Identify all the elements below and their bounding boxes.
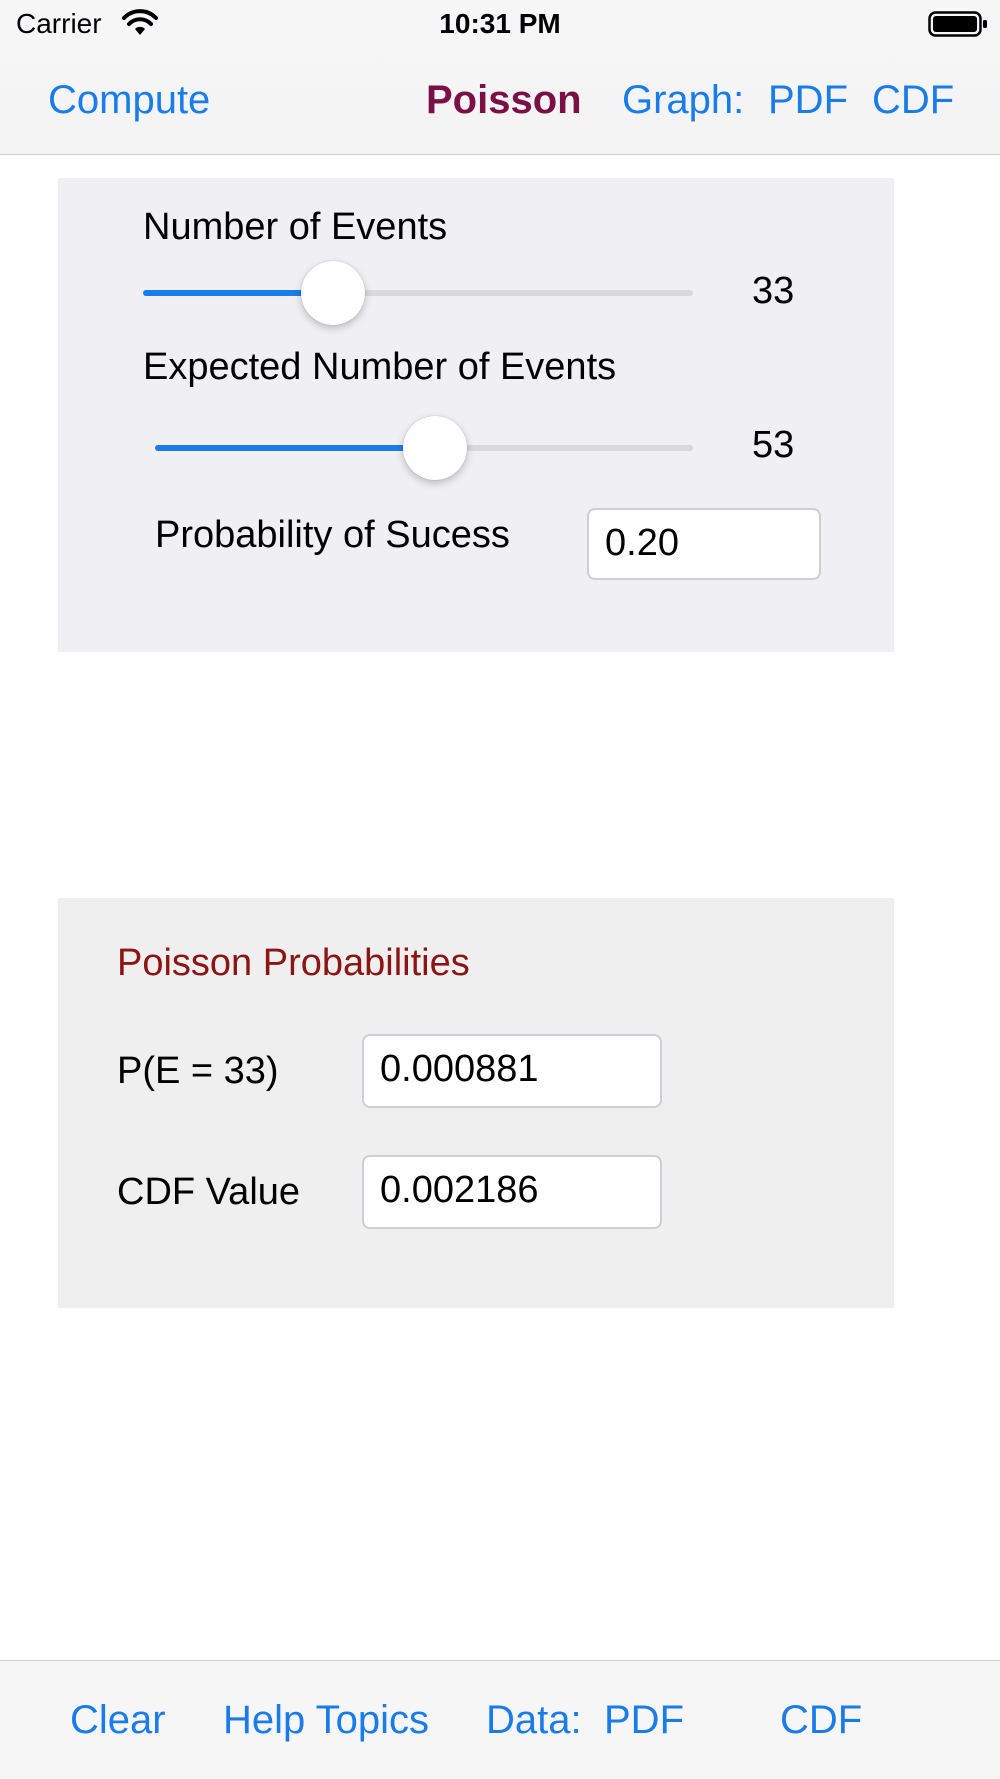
expected-value: 53	[752, 424, 795, 466]
cdf-label: CDF Value	[117, 1171, 301, 1213]
probability-label: Probability of Sucess	[155, 514, 510, 556]
events-slider[interactable]	[143, 261, 693, 325]
events-label: Number of Events	[143, 206, 448, 248]
expected-label: Expected Number of Events	[143, 346, 617, 388]
status-bar: Carrier 10:31 PM	[0, 0, 1000, 50]
clock: 10:31 PM	[439, 8, 561, 39]
data-cdf-button[interactable]: CDF	[780, 1698, 862, 1743]
data-label: Data:	[486, 1698, 582, 1742]
page-title: Poisson	[426, 78, 582, 122]
expected-slider[interactable]	[155, 416, 693, 480]
help-topics-button[interactable]: Help Topics	[223, 1698, 429, 1743]
battery-icon	[928, 11, 987, 37]
expected-slider-fill	[155, 445, 435, 451]
data-pdf-button[interactable]: PDF	[604, 1698, 684, 1743]
expected-slider-thumb[interactable]	[403, 416, 467, 480]
clear-button[interactable]: Clear	[70, 1698, 166, 1743]
probability-field[interactable]: 0.20	[587, 508, 821, 580]
cdf-value-field[interactable]: 0.002186	[362, 1155, 662, 1229]
events-slider-thumb[interactable]	[301, 261, 365, 325]
input-panel	[58, 178, 894, 652]
graph-pdf-button[interactable]: PDF	[768, 78, 848, 123]
pe-label: P(E = 33)	[117, 1050, 279, 1092]
results-title: Poisson Probabilities	[117, 942, 470, 984]
events-value: 33	[752, 270, 795, 312]
graph-label: Graph:	[622, 78, 745, 122]
compute-button[interactable]: Compute	[48, 78, 210, 123]
graph-cdf-button[interactable]: CDF	[872, 78, 954, 123]
pe-value-field[interactable]: 0.000881	[362, 1034, 662, 1108]
